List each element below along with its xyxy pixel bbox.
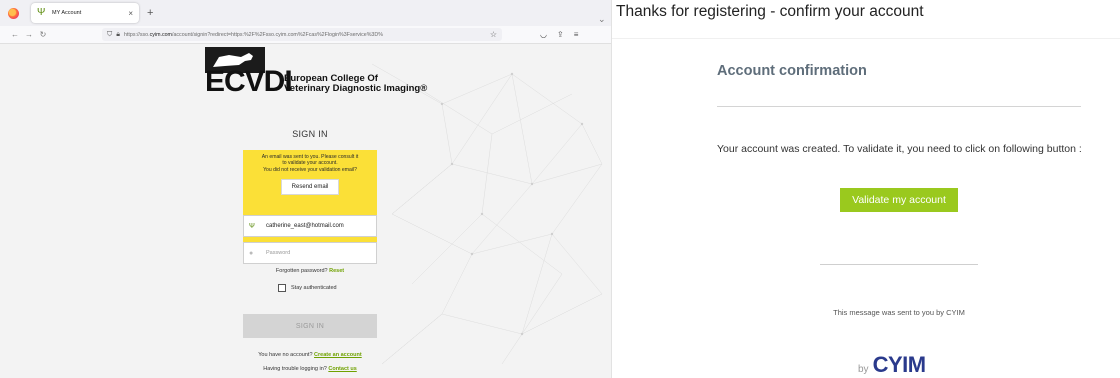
new-tab-icon[interactable]: + xyxy=(147,7,153,19)
screenshot-root: Ψ MY Account × + ← → ↻ ⛉ 🔒︎ https://sso.… xyxy=(0,0,1120,378)
tab-bar: Ψ MY Account × + xyxy=(0,0,611,26)
user-logo-icon: Ψ xyxy=(249,222,255,230)
divider xyxy=(717,106,1081,107)
signin-button[interactable]: SIGN IN xyxy=(243,314,377,338)
bookmark-star-icon[interactable]: ☆ xyxy=(490,30,497,39)
toolbar-icons: ◡ ⇪ ≡ xyxy=(540,30,578,39)
logo-subtitle: European College Of Veterinary Diagnosti… xyxy=(284,73,428,94)
notice-text: An email was sent to you. Please consult… xyxy=(261,154,359,173)
shield-icon[interactable]: ⛉ xyxy=(107,31,112,39)
stay-authenticated-checkbox[interactable] xyxy=(278,284,286,292)
trouble-line: Having trouble logging in? Contact us xyxy=(263,366,357,372)
email-value: catherine_east@hotmail.com xyxy=(266,223,344,229)
resend-email-button[interactable]: Resend email xyxy=(281,178,339,195)
contact-us-link[interactable]: Contact us xyxy=(328,366,356,372)
extensions-icon[interactable]: ⇪ xyxy=(557,30,564,39)
reset-link[interactable]: Reset xyxy=(329,268,344,274)
divider xyxy=(820,264,978,265)
stay-authenticated-label: Stay authenticated xyxy=(291,285,337,291)
ecvdi-logo: ECVDI European College Of Veterinary Dia… xyxy=(205,47,465,99)
email-field[interactable]: Ψ catherine_east@hotmail.com xyxy=(243,215,377,237)
pocket-icon[interactable]: ◡ xyxy=(540,30,547,39)
url-bar[interactable]: ⛉ 🔒︎ https://sso.cyim.com/account/signin… xyxy=(102,28,502,41)
no-account-line: You have no account? Create an account xyxy=(258,352,362,358)
site-favicon-icon: Ψ xyxy=(37,7,46,18)
browser-tab[interactable]: Ψ MY Account × xyxy=(31,3,139,23)
cyim-logo: by CYIM xyxy=(858,352,926,377)
divider xyxy=(612,38,1120,39)
navigation-bar: ← → ↻ ⛉ 🔒︎ https://sso.cyim.com/account/… xyxy=(0,26,611,44)
password-placeholder: Password xyxy=(266,250,291,256)
firefox-icon xyxy=(8,7,19,19)
signin-heading: SIGN IN xyxy=(292,129,328,139)
url-text: https://sso.cyim.com/account/signin?redi… xyxy=(123,31,383,38)
forgot-password-line: Forgotten password? Reset xyxy=(275,268,345,274)
email-subject: Thanks for registering - confirm your ac… xyxy=(616,3,924,20)
browser-window: Ψ MY Account × + ← → ↻ ⛉ 🔒︎ https://sso.… xyxy=(0,0,612,378)
validate-account-button[interactable]: Validate my account xyxy=(840,188,958,212)
menu-icon[interactable]: ≡ xyxy=(574,30,579,39)
tab-title: MY Account xyxy=(52,10,82,16)
stay-authenticated-row[interactable]: Stay authenticated xyxy=(278,284,337,292)
email-message: Your account was created. To validate it… xyxy=(717,143,1082,155)
email-footer: This message was sent to you by CYIM xyxy=(833,308,965,317)
password-field[interactable]: ● Password xyxy=(243,242,377,264)
forward-icon[interactable]: → xyxy=(22,30,36,39)
lock-icon[interactable]: 🔒︎ xyxy=(116,31,120,39)
reload-icon[interactable]: ↻ xyxy=(36,30,50,39)
create-account-link[interactable]: Create an account xyxy=(314,352,362,358)
chevron-down-icon[interactable]: ⌄ xyxy=(598,14,606,25)
email-heading: Account confirmation xyxy=(717,63,867,79)
logo-acronym: ECVDI xyxy=(205,65,293,98)
back-icon[interactable]: ← xyxy=(8,30,22,39)
close-tab-icon[interactable]: × xyxy=(128,9,133,18)
user-icon: ● xyxy=(249,249,254,257)
